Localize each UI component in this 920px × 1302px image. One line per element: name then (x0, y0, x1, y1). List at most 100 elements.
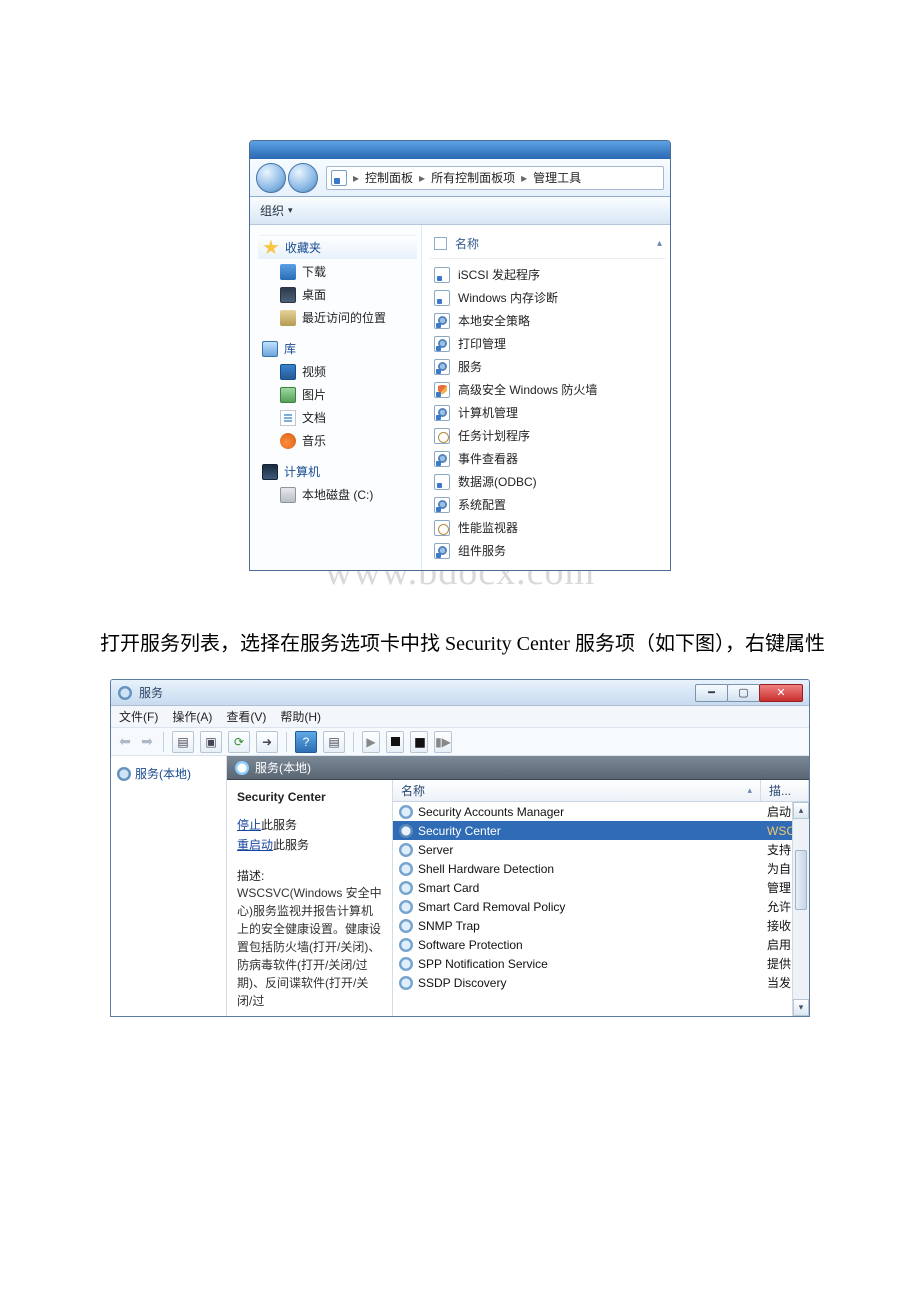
nav-item-label: 音乐 (302, 432, 326, 449)
nav-item-label: 下载 (302, 263, 326, 280)
nav-item-drive-c[interactable]: 本地磁盘 (C:) (258, 483, 417, 506)
table-row[interactable]: Server支持... (393, 840, 809, 859)
list-item[interactable]: 服务 (430, 355, 666, 378)
address-bar[interactable]: ▸ 控制面板 ▸ 所有控制面板项 ▸ 管理工具 (326, 166, 664, 190)
column-header-description[interactable]: 描... (761, 780, 809, 801)
toolbar-button[interactable]: ▣ (200, 731, 222, 753)
restart-service-link[interactable]: 重启动 (237, 838, 273, 852)
table-row[interactable]: Security CenterWSC... (393, 821, 809, 840)
menu-bar: 文件(F) 操作(A) 查看(V) 帮助(H) (111, 706, 809, 728)
column-label: 名称 (455, 235, 479, 252)
organize-button[interactable]: 组织 (260, 202, 284, 219)
service-table: 名称 ▴ 描... Security Accounts Manager启动...… (393, 780, 809, 1016)
pause-icon[interactable]: ▮▮ (410, 731, 428, 753)
list-item[interactable]: Windows 内存诊断 (430, 286, 666, 309)
nav-forward-icon[interactable]: ➡ (139, 731, 155, 753)
column-header-name[interactable]: 名称 ▴ (393, 780, 761, 801)
scrollbar-vertical[interactable]: ▴ ▾ (792, 802, 809, 1016)
tree-root-item[interactable]: 服务(本地) (115, 762, 222, 785)
start-icon[interactable]: ▶ (362, 731, 380, 753)
nav-item-recent[interactable]: 最近访问的位置 (258, 306, 417, 329)
nav-back-icon[interactable]: ⬅ (117, 731, 133, 753)
table-row[interactable]: Smart Card Removal Policy允许... (393, 897, 809, 916)
table-row[interactable]: SPP Notification Service提供... (393, 954, 809, 973)
list-item[interactable]: 组件服务 (430, 539, 666, 562)
menu-help[interactable]: 帮助(H) (280, 708, 321, 725)
select-all-checkbox[interactable] (434, 237, 447, 250)
service-icon (399, 976, 413, 990)
breadcrumb-item[interactable]: 控制面板 (365, 169, 413, 186)
column-header-name[interactable]: 名称 ▴ (430, 233, 666, 259)
list-item-label: 任务计划程序 (458, 427, 530, 444)
list-item-label: 数据源(ODBC) (458, 473, 537, 490)
list-item[interactable]: 本地安全策略 (430, 309, 666, 332)
service-name: SSDP Discovery (418, 976, 506, 990)
table-row[interactable]: SNMP Trap接收... (393, 916, 809, 935)
list-item[interactable]: 打印管理 (430, 332, 666, 355)
stop-icon[interactable] (386, 731, 404, 753)
menu-action[interactable]: 操作(A) (172, 708, 212, 725)
table-row[interactable]: SSDP Discovery当发... (393, 973, 809, 992)
window-titlebar[interactable]: 服务 ━ ▢ ✕ (111, 680, 809, 706)
nav-item-label: 图片 (302, 386, 326, 403)
service-name: Smart Card (418, 881, 479, 895)
breadcrumb-item[interactable]: 管理工具 (533, 169, 581, 186)
properties-icon[interactable]: ▤ (323, 731, 345, 753)
nav-item-documents[interactable]: 文档 (258, 406, 417, 429)
table-row[interactable]: Shell Hardware Detection为自... (393, 859, 809, 878)
nav-item-pictures[interactable]: 图片 (258, 383, 417, 406)
nav-item-videos[interactable]: 视频 (258, 360, 417, 383)
service-icon (399, 862, 413, 876)
table-row[interactable]: Smart Card管理... (393, 878, 809, 897)
list-item[interactable]: 性能监视器 (430, 516, 666, 539)
address-bar-row: ▸ 控制面板 ▸ 所有控制面板项 ▸ 管理工具 (250, 159, 670, 197)
nav-item-music[interactable]: 音乐 (258, 429, 417, 452)
video-icon (280, 364, 296, 380)
menu-file[interactable]: 文件(F) (119, 708, 158, 725)
minimize-button[interactable]: ━ (695, 684, 728, 702)
breadcrumb-item[interactable]: 所有控制面板项 (431, 169, 515, 186)
list-item-label: 高级安全 Windows 防火墙 (458, 381, 597, 398)
explorer-file-list: 名称 ▴ iSCSI 发起程序Windows 内存诊断本地安全策略打印管理服务高… (422, 225, 670, 570)
list-header-bar: 服务(本地) (227, 756, 809, 780)
service-icon (399, 900, 413, 914)
list-item[interactable]: 高级安全 Windows 防火墙 (430, 378, 666, 401)
scroll-thumb[interactable] (795, 850, 807, 910)
table-row[interactable]: Software Protection启用 ... (393, 935, 809, 954)
column-label: 描... (769, 782, 791, 799)
list-item-label: 打印管理 (458, 335, 506, 352)
nav-back-button[interactable] (256, 163, 286, 193)
list-item[interactable]: 事件查看器 (430, 447, 666, 470)
services-icon (117, 767, 131, 781)
list-item[interactable]: 任务计划程序 (430, 424, 666, 447)
stop-service-link[interactable]: 停止 (237, 818, 261, 832)
export-icon[interactable]: ➜ (256, 731, 278, 753)
nav-libraries-header[interactable]: 库 (258, 337, 417, 360)
services-icon (117, 685, 133, 701)
table-row[interactable]: Security Accounts Manager启动... (393, 802, 809, 821)
list-item-label: 计算机管理 (458, 404, 518, 421)
nav-item-desktop[interactable]: 桌面 (258, 283, 417, 306)
list-item[interactable]: 数据源(ODBC) (430, 470, 666, 493)
service-icon (399, 824, 413, 838)
refresh-icon[interactable]: ⟳ (228, 731, 250, 753)
nav-favorites-header[interactable]: 收藏夹 (258, 235, 417, 260)
list-item[interactable]: 计算机管理 (430, 401, 666, 424)
explorer-window: ▸ 控制面板 ▸ 所有控制面板项 ▸ 管理工具 组织 ▾ 收藏夹 下载 桌面 (249, 140, 671, 571)
help-icon[interactable]: ? (295, 731, 317, 753)
music-icon (280, 433, 296, 449)
toolbar-button[interactable]: ▤ (172, 731, 194, 753)
nav-forward-button[interactable] (288, 163, 318, 193)
nav-computer-header[interactable]: 计算机 (258, 460, 417, 483)
list-item-label: 性能监视器 (458, 519, 518, 536)
maximize-button[interactable]: ▢ (727, 684, 760, 702)
restart-icon[interactable]: ▮▶ (434, 731, 452, 753)
scroll-up-icon[interactable]: ▴ (793, 802, 809, 819)
list-item[interactable]: 系统配置 (430, 493, 666, 516)
nav-item-downloads[interactable]: 下载 (258, 260, 417, 283)
list-item[interactable]: iSCSI 发起程序 (430, 263, 666, 286)
scroll-down-icon[interactable]: ▾ (793, 999, 809, 1016)
service-detail-pane: Security Center 停止此服务 重启动此服务 描述: WSCSVC(… (227, 780, 393, 1016)
close-button[interactable]: ✕ (759, 684, 803, 702)
menu-view[interactable]: 查看(V) (226, 708, 266, 725)
